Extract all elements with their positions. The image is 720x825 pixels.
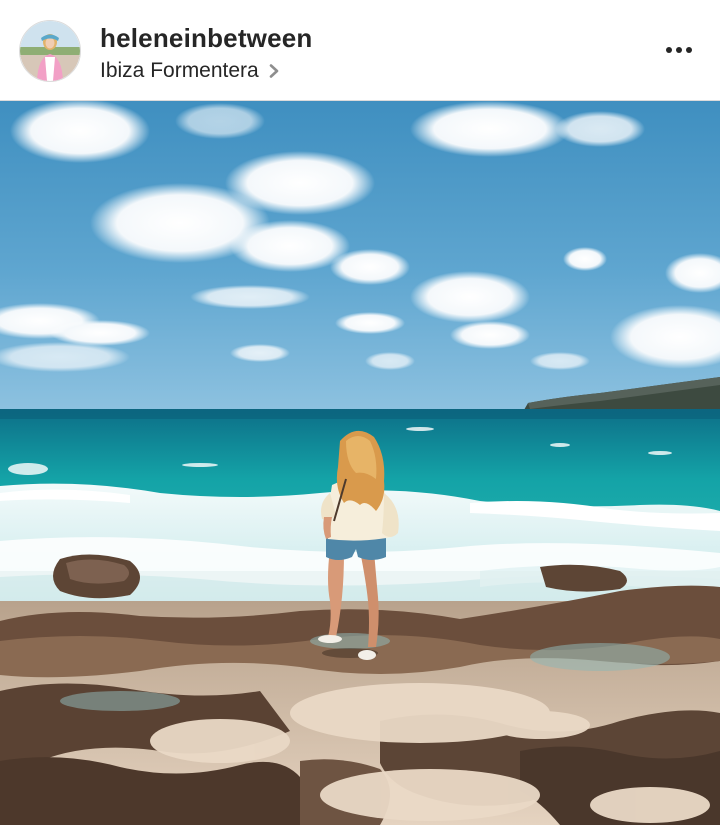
location-link[interactable]: Ibiza Formentera [100,56,280,86]
more-options-icon [666,47,692,53]
profile-photo-icon [20,21,80,81]
chevron-right-icon [269,64,279,78]
username[interactable]: heleneinbetween [100,22,313,54]
post-photo[interactable] [0,101,720,825]
avatar[interactable] [19,20,81,82]
beach-photo [0,101,720,825]
more-options-button[interactable] [664,38,694,62]
location-label: Ibiza Formentera [100,59,259,82]
post-header: heleneinbetween Ibiza Formentera [0,0,720,101]
